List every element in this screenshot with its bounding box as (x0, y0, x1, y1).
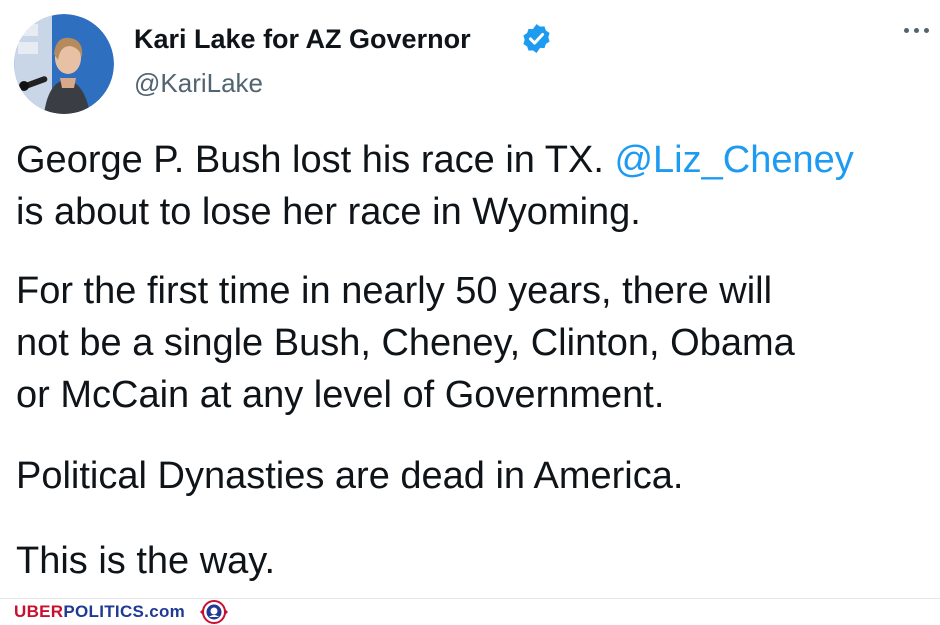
tweet-paragraph-1: George P. Bush lost his race in TX. @Liz… (16, 134, 854, 238)
mention-link[interactable]: @Liz_Cheney (614, 139, 853, 181)
verified-badge-icon (523, 24, 550, 53)
brand-part-2: POLITICS.com (63, 602, 186, 621)
tweet-text: For the first time in nearly 50 years, t… (16, 270, 773, 312)
profile-photo (14, 14, 114, 114)
tweet-paragraph-4: This is the way. (16, 540, 276, 582)
display-name[interactable]: Kari Lake for AZ Governor (134, 24, 471, 55)
more-options-icon[interactable] (902, 22, 932, 38)
tweet-paragraph-2: For the first time in nearly 50 years, t… (16, 265, 795, 421)
brand-watermark: UBERPOLITICS.com (14, 602, 185, 622)
uberpolitics-seal-icon (200, 600, 228, 624)
tweet-paragraph-3: Political Dynasties are dead in America. (16, 455, 684, 497)
avatar[interactable] (14, 14, 114, 114)
watermark-footer: UBERPOLITICS.com (0, 598, 940, 625)
tweet-text: or McCain at any level of Government. (16, 374, 665, 416)
user-handle[interactable]: @KariLake (134, 68, 263, 99)
tweet-card: Kari Lake for AZ Governor @KariLake Geor… (0, 0, 940, 598)
tweet-text: George P. Bush lost his race in TX. (16, 139, 615, 181)
tweet-text: is about to lose her race in Wyoming. (16, 191, 641, 233)
tweet-text: not be a single Bush, Cheney, Clinton, O… (16, 322, 795, 364)
brand-part-1: UBER (14, 602, 64, 621)
